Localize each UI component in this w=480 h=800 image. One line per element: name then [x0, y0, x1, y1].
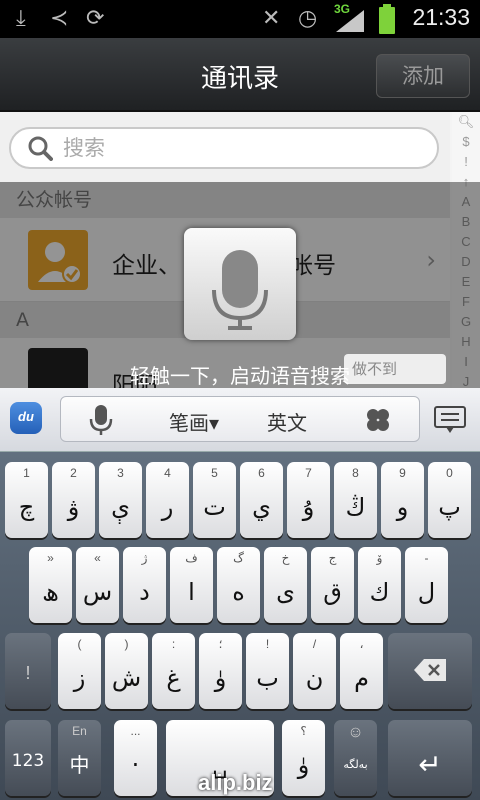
- key[interactable]: 2ۋ: [52, 462, 95, 538]
- ime-toolbar: du 笔画▾ 英文: [0, 388, 480, 452]
- key[interactable]: ، م: [340, 633, 383, 709]
- english-mode-button[interactable]: 英文: [267, 407, 307, 436]
- key[interactable]: ژد: [123, 547, 166, 623]
- enter-key[interactable]: ↵: [388, 720, 472, 796]
- key[interactable]: 9و: [381, 462, 424, 538]
- key[interactable]: ؛ ۈ: [199, 633, 242, 709]
- add-button[interactable]: 添加: [376, 54, 470, 98]
- backspace-icon: [414, 659, 446, 681]
- search-icon: [28, 136, 53, 161]
- ime-logo[interactable]: du: [10, 402, 42, 434]
- voice-input-icon[interactable]: [89, 405, 113, 435]
- clock: 21:33: [412, 4, 470, 30]
- key[interactable]: ! ب: [246, 633, 289, 709]
- download-icon: ⤓: [16, 6, 26, 31]
- key[interactable]: فا: [170, 547, 213, 623]
- key[interactable]: خى: [264, 547, 307, 623]
- voice-hint: 轻触一下，启动语音搜索: [130, 364, 350, 388]
- emoji-key[interactable]: ☺ ﺑﻪﻟﮕﻪ: [334, 720, 377, 796]
- alpha-search-icon[interactable]: 🔍︎: [452, 112, 480, 132]
- key[interactable]: 4ر: [146, 462, 189, 538]
- share-icon: ≺: [50, 6, 69, 31]
- clover-menu-icon[interactable]: [365, 407, 391, 433]
- sync-icon: ⟳: [86, 6, 105, 31]
- key[interactable]: جق: [311, 547, 354, 623]
- search-input[interactable]: 搜索: [9, 127, 439, 169]
- microphone-icon: [212, 250, 268, 330]
- key[interactable]: 1چ: [5, 462, 48, 538]
- key[interactable]: 8ڭ: [334, 462, 377, 538]
- key[interactable]: :غ: [152, 633, 195, 709]
- alpha-index-item[interactable]: $: [452, 132, 480, 152]
- stroke-input-button[interactable]: 笔画▾: [169, 407, 219, 436]
- key[interactable]: 3ې: [99, 462, 142, 538]
- status-bar: ⤓ ≺ ⟳ ✕ ◷ 3G 21:33: [0, 0, 480, 38]
- ime-toolbox: 笔画▾ 英文: [60, 396, 420, 442]
- watermark: alip.biz: [198, 770, 273, 795]
- search-row: 搜索: [0, 112, 450, 182]
- key[interactable]: ۆك: [358, 547, 401, 623]
- mute-icon: ✕: [262, 6, 281, 31]
- keyboard-menu-icon[interactable]: [434, 406, 466, 434]
- language-switch-key[interactable]: En 中: [58, 720, 101, 796]
- key[interactable]: (ز: [58, 633, 101, 709]
- numeric-key[interactable]: 123: [5, 720, 51, 796]
- alarm-icon: ◷: [298, 6, 318, 31]
- alpha-index-item[interactable]: !: [452, 152, 480, 172]
- key[interactable]: 0پ: [428, 462, 471, 538]
- voice-search-popup[interactable]: [184, 228, 296, 340]
- key[interactable]: «س: [76, 547, 119, 623]
- battery-icon: [379, 4, 395, 34]
- search-placeholder: 搜索: [63, 136, 105, 160]
- key[interactable]: ) ش: [105, 633, 148, 709]
- key[interactable]: -ل: [405, 547, 448, 623]
- keyboard: 1چ 2ۋ 3ې 4ر 5ت 6ي 7ۇ 8ڭ 9و 0پ » ھ «س ژد ف…: [0, 452, 480, 800]
- key[interactable]: گە: [217, 547, 260, 623]
- key[interactable]: 5ت: [193, 462, 236, 538]
- key[interactable]: » ھ: [29, 547, 72, 623]
- key[interactable]: / ن: [293, 633, 336, 709]
- punctuation-key[interactable]: ... ·: [114, 720, 157, 796]
- backspace-key[interactable]: [388, 633, 472, 709]
- key[interactable]: 6ي: [240, 462, 283, 538]
- key[interactable]: 7ۇ: [287, 462, 330, 538]
- title-bar: 通讯录 添加: [0, 38, 480, 112]
- question-key[interactable]: ؟ ۈ: [282, 720, 325, 796]
- shift-key[interactable]: !: [5, 633, 51, 709]
- signal-icon: [336, 10, 364, 32]
